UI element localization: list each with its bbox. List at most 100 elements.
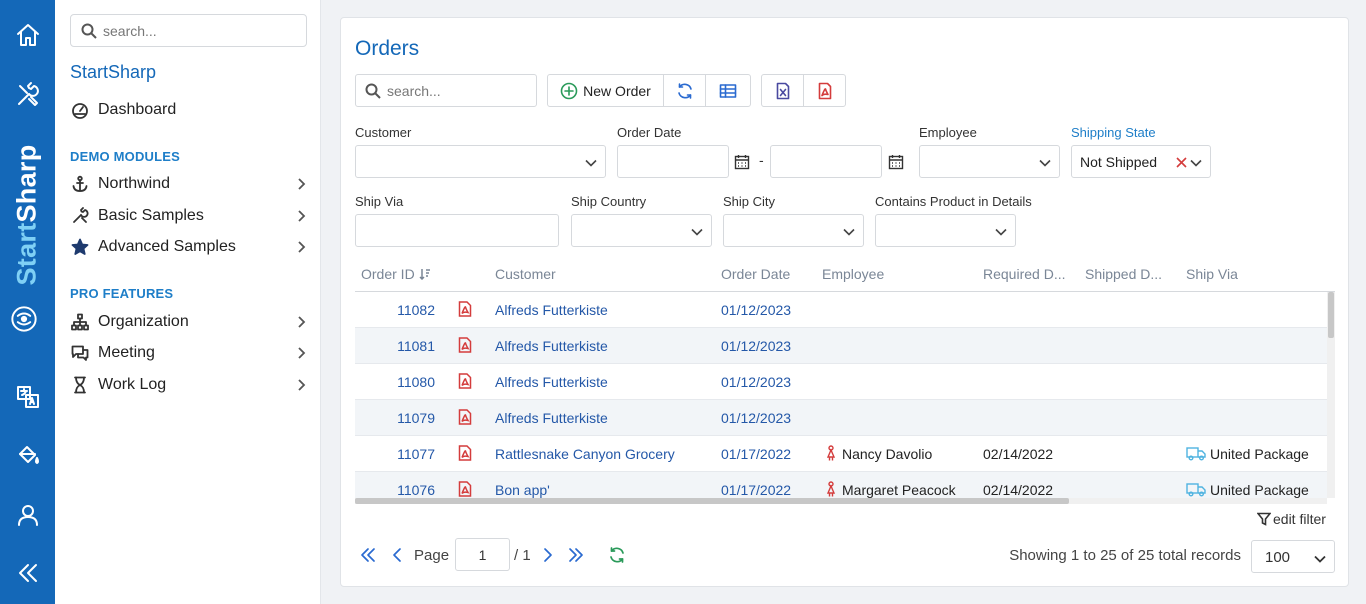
order-id-link[interactable]: 11081 [375, 338, 435, 354]
order-id-link[interactable]: 11082 [375, 302, 435, 318]
column-header-ship-via[interactable]: Ship Via [1186, 266, 1238, 282]
last-page-icon[interactable] [567, 546, 585, 564]
chevron-right-icon [294, 315, 308, 329]
table-row[interactable]: 11082 Alfreds Futterkiste 01/12/2023 [355, 292, 1327, 328]
order-id-link[interactable]: 11079 [375, 410, 435, 426]
chevron-down-icon [843, 225, 855, 237]
grid-body: 11082 Alfreds Futterkiste 01/12/2023 110… [355, 292, 1327, 498]
order-date-cell[interactable]: 01/12/2023 [721, 410, 791, 426]
column-header-order-date[interactable]: Order Date [721, 266, 790, 282]
vertical-scrollbar[interactable] [1327, 292, 1335, 498]
order-date-cell[interactable]: 01/12/2023 [721, 302, 791, 318]
shipping-state-filter-select[interactable]: Not Shipped [1071, 145, 1211, 178]
home-icon[interactable] [0, 15, 55, 55]
order-date-cell[interactable]: 01/17/2022 [721, 446, 791, 462]
brand-text-start: Start [11, 222, 42, 286]
sidebar-search-input[interactable] [103, 15, 298, 46]
order-id-link[interactable]: 11080 [375, 374, 435, 390]
first-page-icon[interactable] [359, 546, 377, 564]
truck-icon [1186, 481, 1206, 498]
customer-filter-label: Customer [355, 125, 412, 140]
grid-search-input[interactable] [387, 75, 532, 106]
sidebar-item-meeting[interactable]: Meeting [70, 340, 310, 366]
order-id-link[interactable]: 11077 [375, 446, 435, 462]
excel-export-button[interactable] [762, 75, 804, 106]
ship-city-filter-select[interactable] [723, 214, 864, 247]
collapse-icon[interactable] [0, 553, 55, 593]
scrollbar-thumb[interactable] [1328, 292, 1334, 338]
customer-link[interactable]: Alfreds Futterkiste [495, 374, 608, 390]
pdf-report-icon[interactable] [458, 373, 472, 392]
column-header-order-id[interactable]: Order ID [361, 266, 431, 282]
table-row[interactable]: 11080 Alfreds Futterkiste 01/12/2023 [355, 364, 1327, 400]
sidebar-item-label: Meeting [98, 344, 155, 361]
table-row[interactable]: 11079 Alfreds Futterkiste 01/12/2023 [355, 400, 1327, 436]
tools-icon[interactable] [0, 75, 55, 115]
sidebar-title[interactable]: StartSharp [70, 62, 156, 83]
sidebar-item-label: Dashboard [98, 101, 177, 118]
pdf-report-icon[interactable] [458, 337, 472, 356]
horizontal-scrollbar[interactable] [355, 498, 1327, 504]
order-date-start-input[interactable] [617, 145, 729, 178]
sidebar-search [70, 14, 307, 47]
prev-page-icon[interactable] [388, 546, 406, 564]
paint-bucket-icon[interactable] [0, 435, 55, 475]
chevron-down-icon [1314, 552, 1326, 564]
order-date-cell[interactable]: 01/17/2022 [721, 482, 791, 498]
sidebar-item-dashboard[interactable]: Dashboard [70, 97, 310, 123]
calendar-icon[interactable] [734, 154, 750, 170]
scrollbar-thumb[interactable] [355, 498, 1069, 504]
column-header-employee[interactable]: Employee [822, 266, 884, 282]
toolbar-button-group: New Order [547, 74, 751, 107]
order-date-cell[interactable]: 01/12/2023 [721, 374, 791, 390]
customer-link[interactable]: Alfreds Futterkiste [495, 338, 608, 354]
shipping-state-value: Not Shipped [1080, 154, 1158, 170]
employee-filter-select[interactable] [919, 145, 1060, 178]
column-header-shipped-date[interactable]: Shipped D... [1085, 266, 1162, 282]
customer-link[interactable]: Rattlesnake Canyon Grocery [495, 446, 675, 462]
column-header-required-date[interactable]: Required D... [983, 266, 1065, 282]
page-size-select[interactable]: 100 [1251, 540, 1335, 573]
order-date-end-input[interactable] [770, 145, 882, 178]
customer-link[interactable]: Alfreds Futterkiste [495, 302, 608, 318]
ship-via-cell: United Package [1210, 482, 1309, 498]
customer-filter-select[interactable] [355, 145, 606, 178]
order-id-link[interactable]: 11076 [375, 482, 435, 498]
order-date-filter-label: Order Date [617, 125, 682, 140]
sidebar-item-organization[interactable]: Organization [70, 309, 310, 335]
pdf-report-icon[interactable] [458, 481, 472, 498]
next-page-icon[interactable] [539, 546, 557, 564]
sidebar-item-work-log[interactable]: Work Log [70, 372, 310, 398]
pdf-report-icon[interactable] [458, 301, 472, 320]
order-date-cell[interactable]: 01/12/2023 [721, 338, 791, 354]
refresh-button[interactable] [664, 75, 706, 106]
contains-product-filter-select[interactable] [875, 214, 1016, 247]
column-header-customer[interactable]: Customer [495, 266, 556, 282]
edit-filter-link[interactable]: edit filter [1257, 511, 1326, 527]
sidebar-item-northwind[interactable]: Northwind [70, 171, 310, 197]
excel-file-icon [776, 82, 789, 99]
table-row[interactable]: 11081 Alfreds Futterkiste 01/12/2023 [355, 328, 1327, 364]
table-row[interactable]: 11076 Bon app' 01/17/2022 Margaret Peaco… [355, 472, 1327, 498]
ship-via-filter-input[interactable] [355, 214, 559, 247]
page-label: Page [414, 547, 450, 564]
column-picker-button[interactable] [706, 75, 750, 106]
pdf-report-icon[interactable] [458, 445, 472, 464]
truck-icon [1186, 445, 1206, 464]
translate-icon[interactable] [0, 377, 55, 417]
pdf-export-button[interactable] [804, 75, 845, 106]
calendar-icon[interactable] [888, 154, 904, 170]
table-row[interactable]: 11077 Rattlesnake Canyon Grocery 01/17/2… [355, 436, 1327, 472]
sidebar-item-basic-samples[interactable]: Basic Samples [70, 203, 310, 229]
pdf-report-icon[interactable] [458, 409, 472, 428]
customer-link[interactable]: Alfreds Futterkiste [495, 410, 608, 426]
page-number-input[interactable] [455, 538, 510, 571]
sidebar-item-advanced-samples[interactable]: Advanced Samples [70, 234, 310, 260]
new-order-button[interactable]: New Order [548, 75, 664, 106]
reload-icon[interactable] [608, 546, 626, 564]
ship-country-filter-select[interactable] [571, 214, 712, 247]
clear-icon[interactable] [1176, 155, 1188, 168]
user-icon[interactable] [0, 495, 55, 535]
customer-link[interactable]: Bon app' [495, 482, 550, 498]
required-date-cell: 02/14/2022 [983, 482, 1054, 498]
